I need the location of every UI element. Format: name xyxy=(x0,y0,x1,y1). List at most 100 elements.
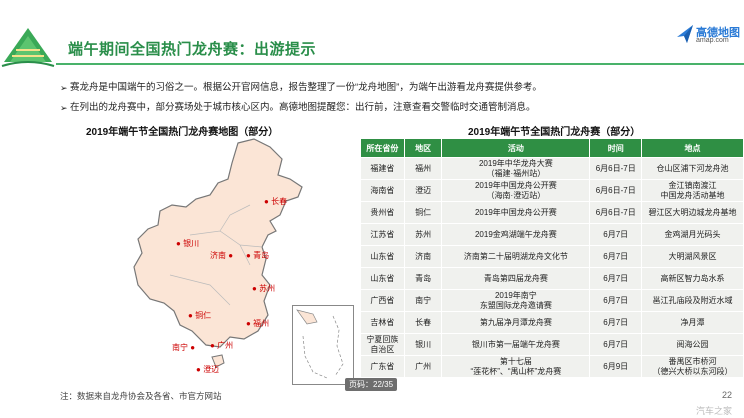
map-pin-fuzhou[interactable]: ● 福州 xyxy=(246,318,269,329)
inset-map xyxy=(296,309,344,379)
cell-province: 山东省 xyxy=(361,246,404,267)
cell-line: 东盟国际龙舟邀请赛 xyxy=(479,300,552,310)
city-label: 广州 xyxy=(217,341,234,350)
cell-line: 银川市第一届端午龙舟赛 xyxy=(471,339,560,349)
bullet-item: ➢ 赛龙舟是中国端午的习俗之一。根据公开官网信息，报告整理了一份“龙舟地图”，为端… xyxy=(60,81,542,101)
logo-subtext: amap.com xyxy=(696,37,729,44)
city-label: 澄迈 xyxy=(203,365,220,374)
cell-place: 大明湖风景区 xyxy=(642,246,743,267)
cell-time: 6月7日 xyxy=(590,290,642,311)
table-row: 福建省 福州 2019年中华龙舟大赛 （福建·福州站） 6月6日-7日 仓山区浦下河龙舟池 xyxy=(361,158,743,179)
header-divider xyxy=(56,63,744,65)
table-row: 广东省 广州 第十七届 “莲花杯”、“禺山杯”龙舟赛 6月9日 番禺区市桥河 （德兴大桥以东… xyxy=(361,356,743,377)
cell-area: 苏州 xyxy=(404,224,442,245)
arrow-bullet-icon: ➢ xyxy=(60,103,68,113)
map-pin-suzhou[interactable]: ● 苏州 xyxy=(252,283,275,294)
slide-header: 端午期间全国热门龙舟赛：出游提示 高德地图 amap.com xyxy=(0,0,744,70)
cell-line: 2019年中国龙舟公开赛 xyxy=(474,180,557,190)
map-pin-nanning[interactable]: 南宁 ● xyxy=(172,342,195,353)
cell-province: 福建省 xyxy=(361,158,404,179)
pin-icon: ● xyxy=(176,239,181,248)
cell-area: 青岛 xyxy=(404,268,442,289)
cell-province: 江苏省 xyxy=(361,224,404,245)
cell-activity: 2019年中华龙舟大赛 （福建·福州站） xyxy=(442,158,590,179)
cell-province: 吉林省 xyxy=(361,312,404,333)
pin-icon: ● xyxy=(246,251,251,260)
cell-area: 铜仁 xyxy=(404,202,442,223)
table-body: 福建省 福州 2019年中华龙舟大赛 （福建·福州站） 6月6日-7日 仓山区浦下河龙舟池… xyxy=(361,158,743,377)
cell-time: 6月6日-7日 xyxy=(590,180,642,201)
map-pin-yinchuan[interactable]: ● 银川 xyxy=(176,238,199,249)
column-header-area: 地区 xyxy=(404,139,442,157)
cell-line: 阅海公园 xyxy=(676,339,709,349)
cell-place: 仓山区浦下河龙舟池 xyxy=(642,158,743,179)
cell-time: 6月7日 xyxy=(590,268,642,289)
column-header-place: 地点 xyxy=(642,139,743,157)
amap-logo: 高德地图 amap.com xyxy=(676,23,742,47)
page-title: 端午期间全国热门龙舟赛：出游提示 xyxy=(68,41,317,58)
cell-line: “莲花杯”、“禺山杯”龙舟赛 xyxy=(470,366,562,376)
amap-logo-icon xyxy=(677,25,693,43)
pin-icon: ● xyxy=(196,365,201,374)
china-outline xyxy=(133,138,303,348)
cell-activity: 2019年中国龙舟公开赛 （海南·澄迈站） xyxy=(442,180,590,201)
cell-place: 阅海公园 xyxy=(642,334,743,355)
map-pin-tongren[interactable]: ● 铜仁 xyxy=(188,310,211,321)
cell-activity: 2019年南宁 东盟国际龙舟邀请赛 xyxy=(442,290,590,311)
cell-line: 青岛第四届龙舟赛 xyxy=(483,273,548,283)
cell-line: （德兴大桥以东河段） xyxy=(652,366,733,376)
cell-province: 海南省 xyxy=(361,180,404,201)
cell-area: 澄迈 xyxy=(404,180,442,201)
cell-line: 高新区智力岛水系 xyxy=(660,273,725,283)
cell-province: 山东省 xyxy=(361,268,404,289)
page-number: 22 xyxy=(722,390,733,400)
cell-province: 贵州省 xyxy=(361,202,404,223)
cell-line: 自治区 xyxy=(370,344,395,354)
table-header-row: 所在省份 地区 活动 时间 地点 xyxy=(361,139,743,157)
table-row: 广西省 南宁 2019年南宁 东盟国际龙舟邀请赛 6月7日 邕江孔庙段及附近水域 xyxy=(361,290,743,311)
table-row: 江苏省 苏州 2019金鸡湖端午龙舟赛 6月7日 金鸡湖月光码头 xyxy=(361,224,743,245)
cell-area: 济南 xyxy=(404,246,442,267)
cell-area: 福州 xyxy=(404,158,442,179)
cell-time: 6月6日-7日 xyxy=(590,202,642,223)
cell-area: 南宁 xyxy=(404,290,442,311)
map-pin-guangzhou[interactable]: ● 广州 xyxy=(210,340,233,351)
city-label: 青岛 xyxy=(253,251,270,260)
cell-activity: 2019金鸡湖端午龙舟赛 xyxy=(442,224,590,245)
pin-icon: ● xyxy=(264,197,269,206)
cell-place: 番禺区市桥河 （德兴大桥以东河段） xyxy=(642,356,743,377)
cell-area: 广州 xyxy=(404,356,442,377)
cell-province: 宁夏回族 自治区 xyxy=(361,334,404,355)
cell-line: 2019年中国龙舟公开赛 xyxy=(474,207,557,217)
cell-line: 宁夏回族 xyxy=(366,334,399,344)
map-pin-chengmai[interactable]: ● 澄迈 xyxy=(196,364,219,375)
table-title: 2019年端午节全国热门龙舟赛（部分） xyxy=(468,127,641,138)
cell-line: 大明湖风景区 xyxy=(668,251,717,261)
cell-line: 2019年南宁 xyxy=(494,290,537,300)
map-pin-jinan[interactable]: 济南 ● xyxy=(210,250,233,261)
city-label: 南宁 xyxy=(172,343,188,352)
cell-activity: 济南第二十届明湖龙舟文化节 xyxy=(442,246,590,267)
column-header-province: 所在省份 xyxy=(361,139,404,157)
page-badge: 页码：22/35 xyxy=(345,378,398,391)
table-row: 海南省 澄迈 2019年中国龙舟公开赛 （海南·澄迈站） 6月6日-7日 金江镇南渡江 中国… xyxy=(361,180,743,201)
table-row: 山东省 济南 济南第二十届明湖龙舟文化节 6月7日 大明湖风景区 xyxy=(361,246,743,267)
watermark: 汽车之家 xyxy=(696,406,733,416)
table-row: 贵州省 铜仁 2019年中国龙舟公开赛 6月6日-7日 碧江区大明边城龙舟基地 xyxy=(361,202,743,223)
cell-area: 银川 xyxy=(404,334,442,355)
map-pin-changchun[interactable]: ● 长春 xyxy=(264,196,287,207)
slide: 端午期间全国热门龙舟赛：出游提示 高德地图 amap.com ➢ 赛龙舟是中国端午… xyxy=(0,0,744,418)
cell-time: 6月7日 xyxy=(590,312,642,333)
column-header-activity: 活动 xyxy=(442,139,590,157)
cell-line: 番禺区市桥河 xyxy=(668,356,717,366)
cell-line: 金鸡湖月光码头 xyxy=(664,229,721,239)
cell-place: 高新区智力岛水系 xyxy=(642,268,743,289)
map-pin-qingdao[interactable]: ● 青岛 xyxy=(246,250,269,261)
cell-province: 广西省 xyxy=(361,290,404,311)
cell-place: 邕江孔庙段及附近水域 xyxy=(642,290,743,311)
table-row: 山东省 青岛 青岛第四届龙舟赛 6月7日 高新区智力岛水系 xyxy=(361,268,743,289)
city-label: 银川 xyxy=(183,239,200,248)
cell-place: 金江镇南渡江 中国龙舟活动基地 xyxy=(642,180,743,201)
arrow-bullet-icon: ➢ xyxy=(60,83,68,93)
cell-line: 济南第二十届明湖龙舟文化节 xyxy=(463,251,568,261)
